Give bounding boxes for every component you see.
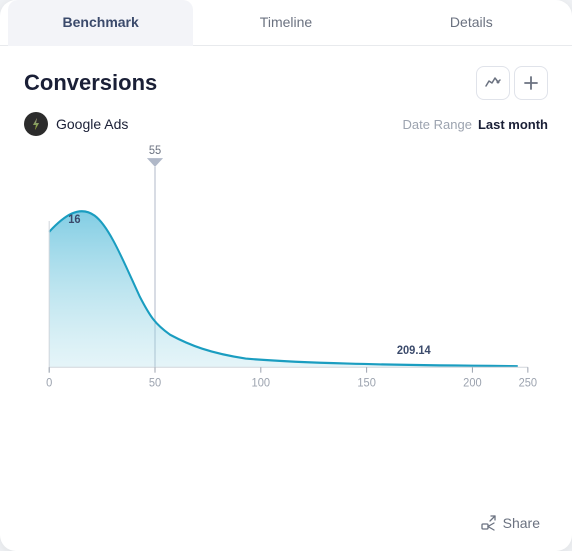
x-label-150: 150: [357, 377, 375, 389]
chart-area: 55: [24, 156, 548, 495]
date-range: Date Range Last month: [403, 117, 548, 132]
date-range-value: Last month: [478, 117, 548, 132]
footer-row: Share: [24, 503, 548, 535]
marker-value-label: 55: [149, 145, 161, 157]
x-label-200: 200: [463, 377, 481, 389]
tail-label: 209.14: [397, 345, 431, 357]
tabs-container: Benchmark Timeline Details: [0, 0, 572, 46]
add-icon: [523, 75, 539, 91]
share-icon: [481, 515, 497, 531]
chart-svg: 55: [24, 156, 548, 416]
chart-svg-container: 55: [24, 156, 548, 416]
source-row: Google Ads Date Range Last month: [24, 112, 548, 136]
tab-benchmark[interactable]: Benchmark: [8, 0, 193, 46]
x-label-50: 50: [149, 377, 161, 389]
page-title: Conversions: [24, 70, 157, 96]
marker-triangle: [147, 158, 163, 167]
share-label: Share: [503, 515, 540, 531]
tab-details[interactable]: Details: [379, 0, 564, 46]
source-info: Google Ads: [24, 112, 128, 136]
benchmark-icon: [484, 74, 502, 92]
tab-timeline[interactable]: Timeline: [193, 0, 378, 46]
google-ads-logo: [24, 112, 48, 136]
content-area: Conversions: [0, 46, 572, 551]
chart-area-fill: [49, 211, 518, 367]
x-label-100: 100: [252, 377, 270, 389]
card: Benchmark Timeline Details Conversions: [0, 0, 572, 551]
icon-buttons-group: [476, 66, 548, 100]
add-icon-button[interactable]: [514, 66, 548, 100]
share-button[interactable]: Share: [473, 511, 548, 535]
x-label-250: 250: [519, 377, 537, 389]
header-row: Conversions: [24, 66, 548, 100]
peak-label: 16: [68, 214, 80, 226]
date-range-label: Date Range: [403, 117, 472, 132]
source-name: Google Ads: [56, 116, 128, 132]
x-label-0: 0: [46, 377, 52, 389]
google-ads-icon: [29, 117, 43, 131]
benchmark-icon-button[interactable]: [476, 66, 510, 100]
